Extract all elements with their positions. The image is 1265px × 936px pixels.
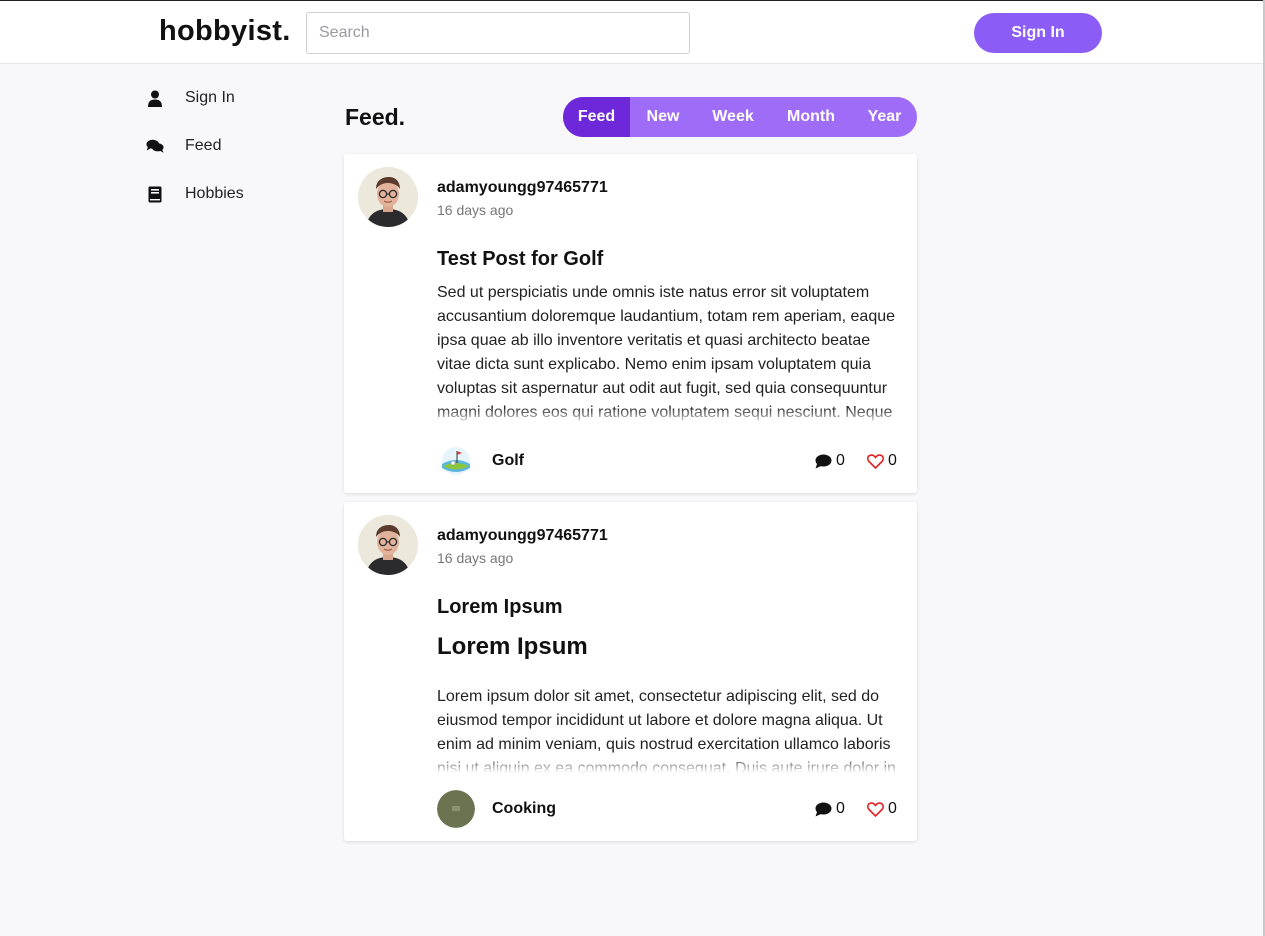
tab-feed[interactable]: Feed: [563, 97, 630, 137]
post-body: Sed ut perspiciatis unde omnis iste natu…: [437, 284, 896, 421]
comment-icon: [815, 802, 832, 816]
post-timestamp: 16 days ago: [437, 550, 514, 566]
post-card[interactable]: adamyoungg97465771 16 days ago Test Post…: [344, 154, 917, 493]
post-author[interactable]: adamyoungg97465771: [437, 527, 608, 545]
sidebar-item-label: Sign In: [185, 89, 235, 106]
post-title[interactable]: Lorem Ipsum: [437, 596, 563, 619]
page-title: Feed.: [345, 104, 406, 130]
feed-filter-tabs: Feed New Week Month Year: [563, 97, 917, 137]
post-hobby-tag[interactable]: Golf: [492, 452, 524, 470]
post-card[interactable]: adamyoungg97465771 16 days ago Lorem Ips…: [344, 502, 917, 841]
book-icon: [146, 185, 164, 203]
like-count-value: 0: [888, 452, 897, 469]
tab-new[interactable]: New: [630, 97, 696, 137]
post-timestamp: 16 days ago: [437, 202, 514, 218]
like-count[interactable]: 0: [867, 452, 897, 470]
comment-count-value: 0: [836, 452, 845, 469]
comment-count[interactable]: 0: [815, 452, 845, 470]
sidebar-item-label: Hobbies: [185, 185, 244, 202]
sign-in-button[interactable]: Sign In: [974, 13, 1102, 53]
post-title[interactable]: Test Post for Golf: [437, 248, 603, 271]
logo[interactable]: hobbyist.: [159, 15, 291, 48]
like-count[interactable]: 0: [867, 800, 897, 818]
comment-count-value: 0: [836, 800, 845, 817]
post-body-fade: [437, 407, 899, 425]
post-author[interactable]: adamyoungg97465771: [437, 179, 608, 197]
search-input[interactable]: [306, 12, 690, 54]
post-hobby-tag[interactable]: Cooking: [492, 800, 556, 818]
post-body-fade: [437, 755, 899, 773]
top-navbar: hobbyist. Sign In: [0, 0, 1265, 64]
comments-icon: [146, 137, 164, 155]
golf-hobby-icon[interactable]: [437, 442, 475, 480]
like-count-value: 0: [888, 800, 897, 817]
tab-year[interactable]: Year: [852, 97, 917, 137]
tab-month[interactable]: Month: [770, 97, 852, 137]
comment-icon: [815, 454, 832, 468]
heart-icon: [867, 801, 884, 817]
sidebar-item-feed[interactable]: Feed: [146, 134, 221, 158]
heart-icon: [867, 453, 884, 469]
tab-week[interactable]: Week: [696, 97, 770, 137]
avatar[interactable]: [358, 515, 418, 575]
cooking-hobby-icon[interactable]: [437, 790, 475, 828]
sidebar-item-hobbies[interactable]: Hobbies: [146, 182, 244, 206]
sidebar-item-label: Feed: [185, 137, 222, 154]
avatar[interactable]: [358, 167, 418, 227]
user-icon: [146, 89, 164, 107]
sidebar-item-sign-in[interactable]: Sign In: [146, 86, 235, 110]
comment-count[interactable]: 0: [815, 800, 845, 818]
post-body-heading: Lorem Ipsum: [437, 633, 588, 660]
